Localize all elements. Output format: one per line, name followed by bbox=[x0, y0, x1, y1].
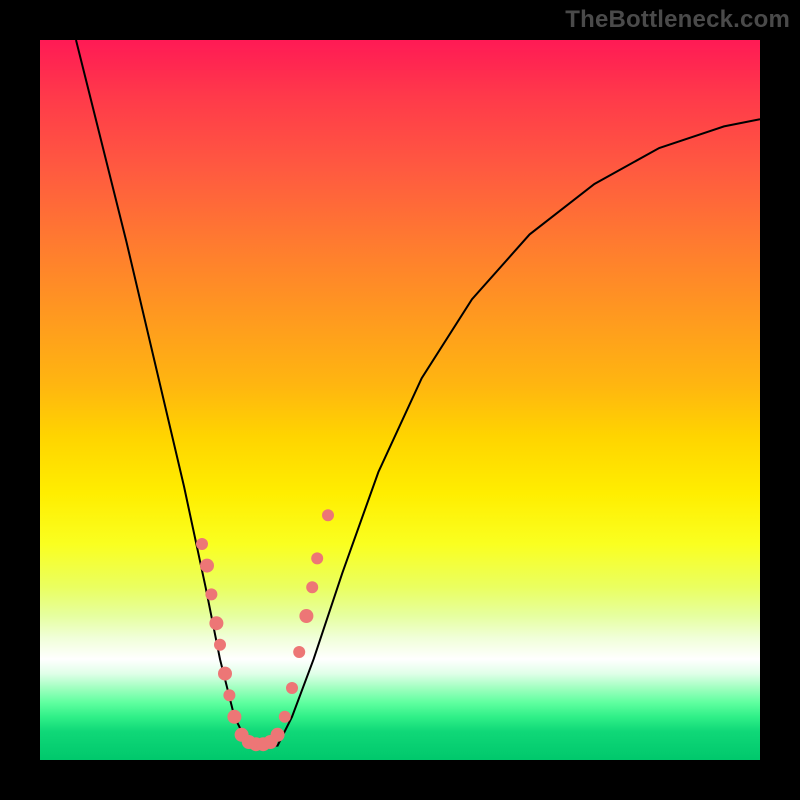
sample-dot bbox=[200, 559, 214, 573]
sample-dot bbox=[218, 667, 232, 681]
sample-dot bbox=[311, 552, 323, 564]
sample-dot bbox=[322, 509, 334, 521]
sample-dot bbox=[223, 689, 235, 701]
sample-dot bbox=[196, 538, 208, 550]
sample-dot bbox=[286, 682, 298, 694]
chart-frame: TheBottleneck.com bbox=[0, 0, 800, 800]
sample-dot bbox=[271, 728, 285, 742]
sample-dots-group bbox=[196, 509, 334, 751]
sample-dot bbox=[293, 646, 305, 658]
sample-dot bbox=[299, 609, 313, 623]
sample-dot bbox=[279, 711, 291, 723]
sample-dot bbox=[205, 588, 217, 600]
sample-dot bbox=[209, 616, 223, 630]
watermark-text: TheBottleneck.com bbox=[565, 6, 790, 34]
sample-dot bbox=[227, 710, 241, 724]
sample-dot bbox=[214, 639, 226, 651]
sample-dot bbox=[306, 581, 318, 593]
chart-overlay-svg bbox=[40, 40, 760, 760]
bottleneck-curve bbox=[76, 40, 760, 746]
